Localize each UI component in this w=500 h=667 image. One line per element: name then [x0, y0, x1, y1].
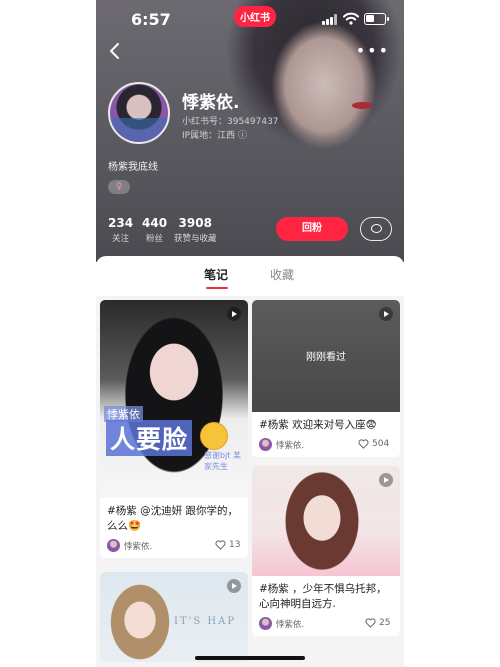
tab-notes[interactable]: 笔记 — [204, 266, 228, 283]
video-play-icon — [379, 473, 393, 487]
status-bar: 6:57 小红书 — [96, 0, 404, 40]
more-options-icon[interactable]: ••• — [356, 43, 390, 59]
app-badge: 小红书 — [234, 6, 276, 27]
stat-likes[interactable]: 3908 获赞与收藏 — [174, 216, 217, 244]
author-avatar — [107, 539, 120, 552]
note-cover-image: 刚刚看过 — [252, 300, 400, 412]
profile-ip-location: IP属地：江西 ⓘ — [182, 131, 247, 141]
heart-icon[interactable] — [365, 618, 376, 628]
video-play-icon — [227, 579, 241, 593]
note-author: 悸紫依. — [276, 620, 305, 630]
stat-label: 获赞与收藏 — [174, 234, 217, 244]
note-cover-image — [252, 466, 400, 576]
recently-viewed-label: 刚刚看过 — [306, 352, 346, 363]
like-count: 13 — [229, 540, 241, 550]
message-button[interactable] — [360, 217, 392, 241]
note-title: #杨紫 ，少年不惧乌托邦，心向神明自远方. — [259, 583, 387, 610]
author-avatar — [259, 617, 272, 630]
note-meta: 悸紫依. 25 — [252, 612, 400, 636]
phone-screen: 6:57 小红书 ••• 悸紫依. 小红书号：395497437 IP属地：江西… — [96, 0, 404, 667]
stat-label: 关注 — [112, 234, 130, 244]
cover-caption: IT'S HAP — [174, 616, 237, 627]
stat-value: 3908 — [178, 216, 212, 230]
status-time: 6:57 — [131, 10, 171, 29]
profile-header: 6:57 小红书 ••• 悸紫依. 小红书号：395497437 IP属地：江西… — [96, 0, 404, 262]
profile-bio: 杨紫我底线 — [108, 162, 158, 173]
follow-back-button[interactable]: 回粉 — [276, 217, 348, 241]
smile-emoji-icon — [200, 422, 228, 450]
stat-following[interactable]: 234 关注 — [108, 216, 133, 244]
home-indicator[interactable] — [195, 656, 305, 660]
note-meta: 悸紫依. 13 — [100, 534, 248, 558]
video-play-icon — [379, 307, 393, 321]
note-meta: 悸紫依. 504 — [252, 433, 400, 457]
battery-icon — [364, 13, 389, 25]
note-card[interactable]: 刚刚看过 #杨紫 欢迎来对号入座😨 悸紫依. 504 — [252, 300, 400, 457]
cover-caption-side: 感谢bjt 某家先生 — [204, 451, 241, 471]
like-count: 25 — [379, 618, 391, 628]
note-card[interactable]: IT'S HAP — [100, 572, 248, 662]
profile-red-id: 小红书号：395497437 — [182, 117, 279, 127]
note-title: #杨紫 @沈迪妍 跟你学的，么么🤩 — [107, 505, 238, 532]
tab-collections[interactable]: 收藏 — [270, 266, 294, 283]
profile-nickname: 悸紫依. — [182, 93, 240, 113]
stat-value: 440 — [142, 216, 168, 230]
signal-icon — [322, 14, 338, 25]
note-card[interactable]: #杨紫 ，少年不惧乌托邦，心向神明自远方. 悸紫依. 25 — [252, 466, 400, 636]
author-avatar — [259, 438, 272, 451]
video-play-icon — [227, 307, 241, 321]
stat-value: 234 — [108, 216, 134, 230]
note-cover-image: IT'S HAP — [100, 572, 248, 662]
back-icon[interactable] — [108, 41, 122, 61]
note-author: 悸紫依. — [124, 542, 153, 552]
like-count: 504 — [372, 439, 390, 449]
content-tabs: 笔记 收藏 — [96, 256, 404, 296]
stat-label: 粉丝 — [146, 234, 164, 244]
heart-icon[interactable] — [358, 439, 369, 449]
wifi-icon — [343, 12, 359, 25]
note-card[interactable]: 悸紫依 人要脸 感谢bjt 某家先生 #杨紫 @沈迪妍 跟你学的，么么🤩 悸紫依… — [100, 300, 248, 558]
avatar[interactable] — [108, 82, 170, 144]
info-icon[interactable]: ⓘ — [238, 131, 247, 141]
heart-icon[interactable] — [215, 540, 226, 550]
active-tab-indicator — [206, 287, 228, 289]
gender-tag: ♀ — [108, 180, 130, 194]
stat-fans[interactable]: 440 粉丝 — [142, 216, 167, 244]
note-cover-image: 悸紫依 人要脸 感谢bjt 某家先生 — [100, 300, 248, 498]
note-author: 悸紫依. — [276, 441, 305, 451]
note-title: #杨紫 欢迎来对号入座😨 — [259, 419, 377, 431]
cover-caption-large: 人要脸 — [106, 420, 193, 456]
